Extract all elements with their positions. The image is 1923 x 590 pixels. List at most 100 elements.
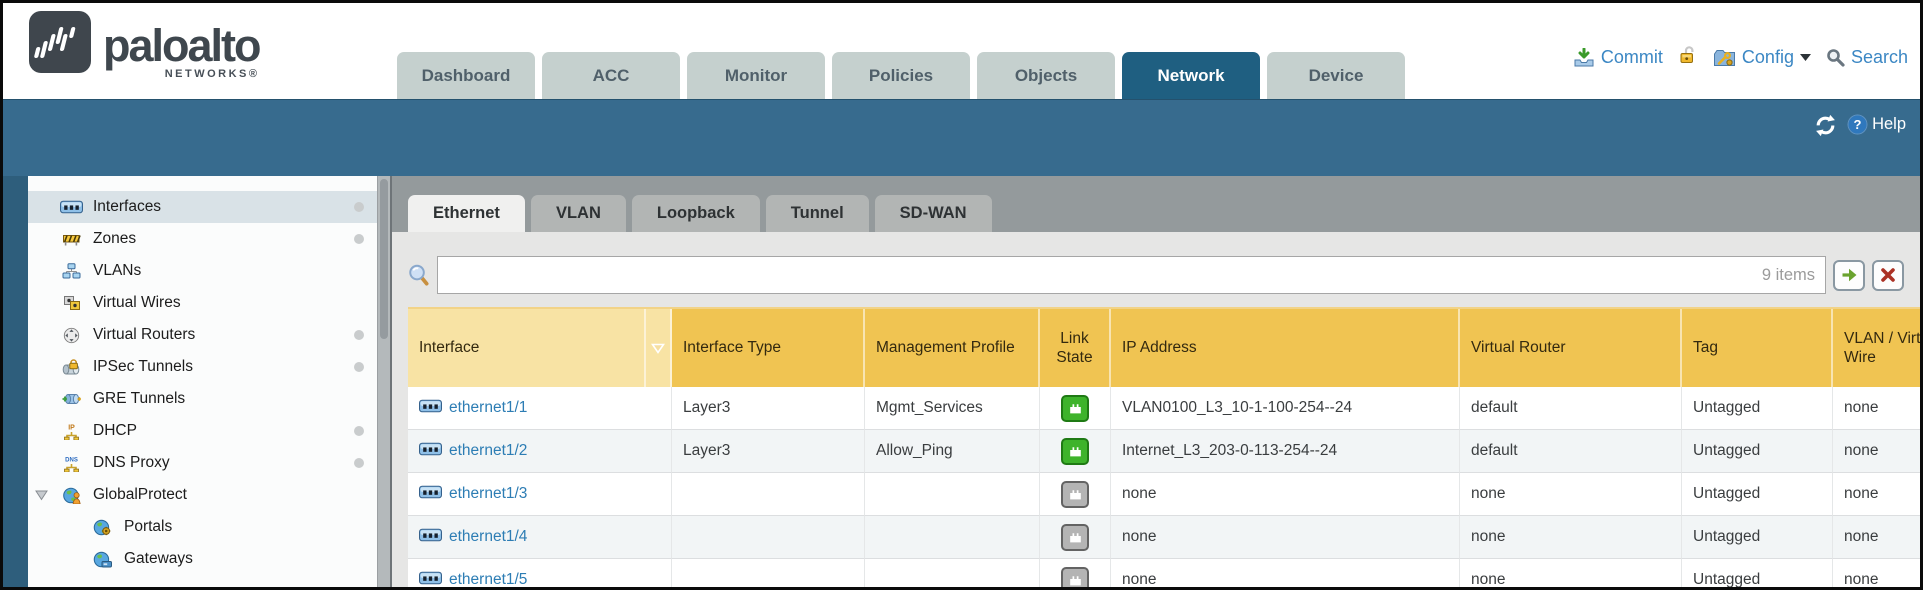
commit-icon (1573, 48, 1595, 68)
sidebar-scrollbar-thumb[interactable] (380, 179, 388, 339)
tab-device[interactable]: Device (1267, 52, 1405, 99)
column-header-interface[interactable]: Interface (408, 309, 646, 387)
items-count: 9 items (1754, 266, 1815, 285)
cell-tag: Untagged (1682, 387, 1833, 430)
interface-link[interactable]: ethernet1/1 (449, 399, 527, 417)
table-row[interactable]: ethernet1/3 none none Untagged none (408, 473, 1920, 516)
cell-virtual-router: default (1460, 387, 1682, 430)
sidebar-item-gre-tunnels[interactable]: GRE Tunnels (28, 383, 377, 415)
svg-text:IP: IP (68, 424, 75, 431)
link-state-icon (1061, 567, 1089, 588)
status-dot (354, 362, 364, 372)
table-row[interactable]: ethernet1/5 none none Untagged none (408, 559, 1920, 587)
globalprotect-icon (58, 487, 85, 504)
virtual-routers-icon (58, 327, 85, 344)
interface-link[interactable]: ethernet1/4 (449, 528, 527, 546)
clear-filter-button[interactable] (1872, 260, 1904, 291)
cell-ip-address: VLAN0100_L3_10-1-100-254--24 (1111, 387, 1460, 430)
commit-button[interactable]: Commit (1573, 47, 1663, 68)
cell-vlan: none (1833, 559, 1920, 587)
subtab-sdwan[interactable]: SD-WAN (875, 195, 992, 232)
column-header-vlan-virtual-wire[interactable]: VLAN / Virtual Wire (1833, 309, 1920, 387)
left-gutter (3, 176, 28, 587)
interface-link[interactable]: ethernet1/3 (449, 485, 527, 503)
table-row[interactable]: ethernet1/1 Layer3 Mgmt_Services VLAN010… (408, 387, 1920, 430)
dns-proxy-icon: DNS (58, 455, 85, 472)
tab-network[interactable]: Network (1122, 52, 1260, 99)
config-menu[interactable]: Config (1713, 47, 1811, 68)
link-state-icon (1061, 438, 1089, 465)
lock-icon[interactable] (1678, 45, 1698, 70)
subtab-vlan[interactable]: VLAN (531, 195, 626, 232)
cell-interface-type: Layer3 (672, 430, 865, 473)
column-header-virtual-router[interactable]: Virtual Router (1460, 309, 1682, 387)
tab-acc[interactable]: ACC (542, 52, 680, 99)
sidebar-item-interfaces[interactable]: Interfaces (28, 191, 377, 223)
interface-link[interactable]: ethernet1/2 (449, 442, 527, 460)
network-subtabs: Ethernet VLAN Loopback Tunnel SD-WAN (408, 195, 1920, 232)
cell-ip-address: none (1111, 516, 1460, 559)
sidebar-item-globalprotect[interactable]: GlobalProtect (28, 479, 377, 511)
config-label: Config (1742, 47, 1794, 68)
table-row[interactable]: ethernet1/4 none none Untagged none (408, 516, 1920, 559)
cell-virtual-router: none (1460, 559, 1682, 587)
refresh-button[interactable] (1814, 114, 1837, 137)
main-content: Ethernet VLAN Loopback Tunnel SD-WAN 9 i… (390, 176, 1920, 587)
interface-link[interactable]: ethernet1/5 (449, 571, 527, 587)
apply-filter-button[interactable] (1833, 260, 1865, 291)
top-header: paloalto NETWORKS® Dashboard ACC Monitor… (3, 3, 1920, 99)
cell-vlan: none (1833, 473, 1920, 516)
cell-interface-type (672, 516, 865, 559)
sidebar-item-ipsec-tunnels[interactable]: IPSec Tunnels (28, 351, 377, 383)
app-window: paloalto NETWORKS® Dashboard ACC Monitor… (0, 0, 1923, 590)
sidebar-scrollbar[interactable] (377, 176, 390, 587)
tab-objects[interactable]: Objects (977, 52, 1115, 99)
cell-management-profile: Mgmt_Services (865, 387, 1040, 430)
cell-interface-type: Layer3 (672, 387, 865, 430)
column-header-interface-type[interactable]: Interface Type (672, 309, 865, 387)
primary-nav: Dashboard ACC Monitor Policies Objects N… (397, 52, 1405, 99)
column-sort-dropdown[interactable] (646, 309, 672, 387)
status-dot (354, 458, 364, 468)
table-row[interactable]: ethernet1/2 Layer3 Allow_Ping Internet_L… (408, 430, 1920, 473)
subtab-loopback[interactable]: Loopback (632, 195, 760, 232)
tab-policies[interactable]: Policies (832, 52, 970, 99)
column-header-tag[interactable]: Tag (1682, 309, 1833, 387)
subtab-ethernet[interactable]: Ethernet (408, 195, 525, 232)
filter-bar: 9 items (408, 256, 1904, 294)
column-header-management-profile[interactable]: Management Profile (865, 309, 1040, 387)
subtab-tunnel[interactable]: Tunnel (766, 195, 869, 232)
sidebar-item-gateways[interactable]: Gateways (28, 543, 377, 575)
tab-dashboard[interactable]: Dashboard (397, 52, 535, 99)
sidebar-item-zones[interactable]: Zones (28, 223, 377, 255)
refresh-icon (1814, 114, 1837, 137)
cell-ip-address: none (1111, 559, 1460, 587)
cell-management-profile (865, 473, 1040, 516)
vlans-icon (58, 263, 85, 279)
brand-name: paloalto (103, 25, 260, 67)
tab-monitor[interactable]: Monitor (687, 52, 825, 99)
caret-down-icon (1800, 54, 1811, 61)
column-header-link-state[interactable]: Link State (1040, 309, 1111, 387)
cell-tag: Untagged (1682, 473, 1833, 516)
expander-triangle-icon[interactable] (35, 490, 48, 501)
sidebar-item-dhcp[interactable]: IP DHCP (28, 415, 377, 447)
status-dot (354, 330, 364, 340)
search-button[interactable]: Search (1826, 47, 1908, 68)
link-state-icon (1061, 524, 1089, 551)
column-header-ip-address[interactable]: IP Address (1111, 309, 1460, 387)
secondary-toolbar: ? Help (3, 99, 1920, 176)
ethernet-interface-icon (419, 399, 442, 418)
sidebar-item-dns-proxy[interactable]: DNS DNS Proxy (28, 447, 377, 479)
sidebar-item-virtual-routers[interactable]: Virtual Routers (28, 319, 377, 351)
filter-input[interactable] (448, 265, 1754, 285)
sidebar-item-vlans[interactable]: VLANs (28, 255, 377, 287)
sidebar-nav: Interfaces Zones VLANs (28, 176, 377, 587)
link-state-icon (1061, 481, 1089, 508)
brand-logo: paloalto NETWORKS® (29, 11, 260, 80)
cell-vlan: none (1833, 516, 1920, 559)
sidebar-item-virtual-wires[interactable]: Virtual Wires (28, 287, 377, 319)
gateways-icon (89, 551, 116, 568)
help-button[interactable]: ? Help (1847, 114, 1906, 135)
sidebar-item-portals[interactable]: Portals (28, 511, 377, 543)
